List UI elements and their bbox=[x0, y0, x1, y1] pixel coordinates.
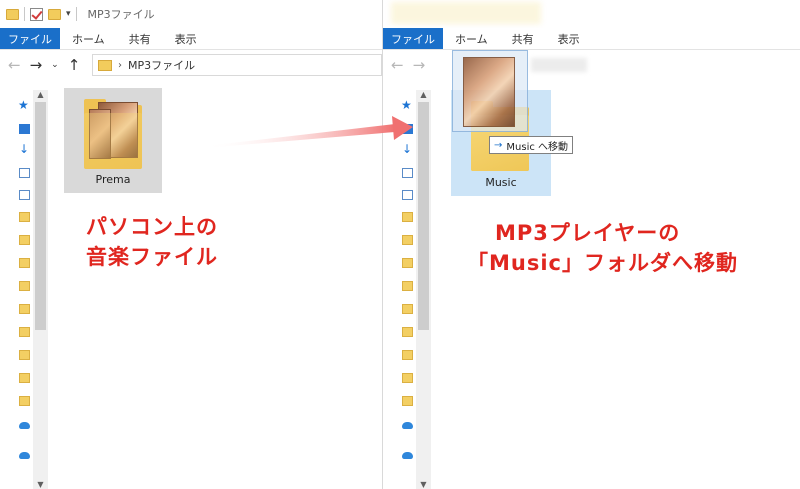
scroll-down-icon[interactable]: ▼ bbox=[416, 480, 431, 489]
navigation-bar: ← → ⌄ ↑ › MP3ファイル bbox=[0, 51, 382, 79]
scroll-up-icon[interactable]: ▲ bbox=[33, 90, 48, 99]
downloads-icon[interactable]: ↓ bbox=[402, 142, 416, 156]
caption-line: 音楽ファイル bbox=[86, 245, 218, 269]
pictures-icon[interactable] bbox=[19, 190, 30, 200]
folder-icon[interactable] bbox=[19, 373, 30, 383]
new-folder-icon[interactable] bbox=[48, 8, 61, 20]
tab-home[interactable]: ホーム bbox=[60, 28, 117, 49]
folder-icon[interactable] bbox=[19, 327, 30, 337]
folder-name: Music bbox=[485, 176, 517, 189]
divider bbox=[24, 7, 25, 21]
navigation-pane: ★ ↓ ▲ ▼ bbox=[383, 90, 431, 489]
documents-icon[interactable] bbox=[19, 168, 30, 178]
scroll-down-icon[interactable]: ▼ bbox=[33, 480, 48, 489]
onedrive-icon[interactable] bbox=[402, 422, 413, 429]
onedrive-icon[interactable] bbox=[402, 452, 413, 459]
blurred-region bbox=[391, 2, 541, 24]
onedrive-icon[interactable] bbox=[19, 452, 30, 459]
up-icon[interactable]: ↑ bbox=[68, 57, 81, 73]
folder-icon[interactable] bbox=[402, 281, 413, 291]
folder-icon[interactable] bbox=[402, 327, 413, 337]
explorer-window-left: ▾ MP3ファイル ファイル ホーム 共有 表示 ← → ⌄ ↑ › MP3ファ… bbox=[0, 0, 382, 489]
documents-icon[interactable] bbox=[402, 168, 413, 178]
downloads-icon[interactable]: ↓ bbox=[19, 142, 33, 156]
ribbon-tabs: ファイル ホーム 共有 表示 bbox=[383, 28, 800, 50]
blurred-address bbox=[531, 58, 587, 72]
ribbon-tabs: ファイル ホーム 共有 表示 bbox=[0, 28, 382, 50]
recent-locations-icon[interactable]: ⌄ bbox=[51, 60, 59, 70]
caption-line: パソコン上の bbox=[86, 215, 218, 239]
caption-line: 「Music」フォルダへ移動 bbox=[467, 251, 738, 275]
scrollbar-thumb[interactable] bbox=[418, 102, 429, 330]
move-arrow-icon: → bbox=[494, 139, 503, 151]
drag-tooltip-text: Music へ移動 bbox=[506, 141, 569, 153]
drag-preview bbox=[452, 50, 528, 132]
folder-icon[interactable] bbox=[402, 212, 413, 222]
scrollbar[interactable]: ▲ ▼ bbox=[416, 90, 431, 489]
scroll-up-icon[interactable]: ▲ bbox=[416, 90, 431, 99]
music-folder-icon bbox=[84, 99, 142, 169]
file-item[interactable]: Prema bbox=[64, 88, 162, 193]
forward-icon[interactable]: → bbox=[30, 57, 43, 73]
folder-icon[interactable] bbox=[402, 396, 413, 406]
breadcrumb[interactable]: MP3ファイル bbox=[128, 57, 195, 73]
folder-icon[interactable] bbox=[19, 396, 30, 406]
address-bar[interactable]: › MP3ファイル bbox=[92, 54, 382, 76]
title-bar: ▾ MP3ファイル bbox=[0, 0, 382, 28]
explorer-window-right: ファイル ホーム 共有 表示 ← → ★ ↓ ▲ ▼ Music MP3プレイヤ… bbox=[382, 0, 800, 489]
back-icon[interactable]: ← bbox=[8, 57, 21, 73]
folder-icon[interactable] bbox=[402, 304, 413, 314]
annotation-text: MP3プレイヤーの 「Music」フォルダへ移動 bbox=[467, 218, 800, 278]
pictures-icon[interactable] bbox=[402, 190, 413, 200]
folder-icon[interactable] bbox=[402, 350, 413, 360]
album-art-icon bbox=[463, 57, 515, 127]
back-icon[interactable]: ← bbox=[391, 57, 404, 73]
window-title: MP3ファイル bbox=[87, 8, 155, 21]
tab-share[interactable]: 共有 bbox=[117, 28, 163, 49]
desktop-icon[interactable] bbox=[402, 124, 413, 134]
onedrive-icon[interactable] bbox=[19, 422, 30, 429]
folder-icon[interactable] bbox=[6, 8, 19, 20]
properties-icon[interactable] bbox=[30, 7, 43, 21]
navigation-bar: ← → bbox=[383, 51, 800, 79]
scrollbar[interactable]: ▲ ▼ bbox=[33, 90, 48, 489]
path-separator-icon: › bbox=[118, 59, 122, 71]
folder-icon[interactable] bbox=[19, 350, 30, 360]
folder-icon bbox=[98, 59, 112, 71]
navigation-pane: ★ ↓ ▲ ▼ bbox=[0, 90, 48, 489]
folder-icon[interactable] bbox=[19, 304, 30, 314]
folder-icon[interactable] bbox=[19, 281, 30, 291]
tab-home[interactable]: ホーム bbox=[443, 28, 500, 49]
tab-share[interactable]: 共有 bbox=[500, 28, 546, 49]
quick-access-icon[interactable]: ★ bbox=[401, 98, 415, 112]
quick-access-icon[interactable]: ★ bbox=[18, 98, 32, 112]
folder-icon[interactable] bbox=[19, 235, 30, 245]
tab-file[interactable]: ファイル bbox=[383, 28, 443, 49]
caption-line: MP3プレイヤーの bbox=[495, 221, 681, 245]
customize-toolbar-icon[interactable]: ▾ bbox=[66, 9, 71, 19]
drag-tooltip: → Music へ移動 bbox=[489, 136, 574, 154]
folder-icon[interactable] bbox=[402, 235, 413, 245]
folder-icon[interactable] bbox=[402, 373, 413, 383]
tab-view[interactable]: 表示 bbox=[546, 28, 592, 49]
folder-icon[interactable] bbox=[19, 258, 30, 268]
scrollbar-thumb[interactable] bbox=[35, 102, 46, 330]
divider bbox=[75, 7, 77, 21]
annotation-text: パソコン上の 音楽ファイル bbox=[86, 212, 316, 272]
forward-icon[interactable]: → bbox=[413, 57, 426, 73]
desktop-icon[interactable] bbox=[19, 124, 30, 134]
folder-icon[interactable] bbox=[402, 258, 413, 268]
folder-icon[interactable] bbox=[19, 212, 30, 222]
tab-file[interactable]: ファイル bbox=[0, 28, 60, 49]
tab-view[interactable]: 表示 bbox=[163, 28, 209, 49]
file-name: Prema bbox=[95, 173, 131, 186]
